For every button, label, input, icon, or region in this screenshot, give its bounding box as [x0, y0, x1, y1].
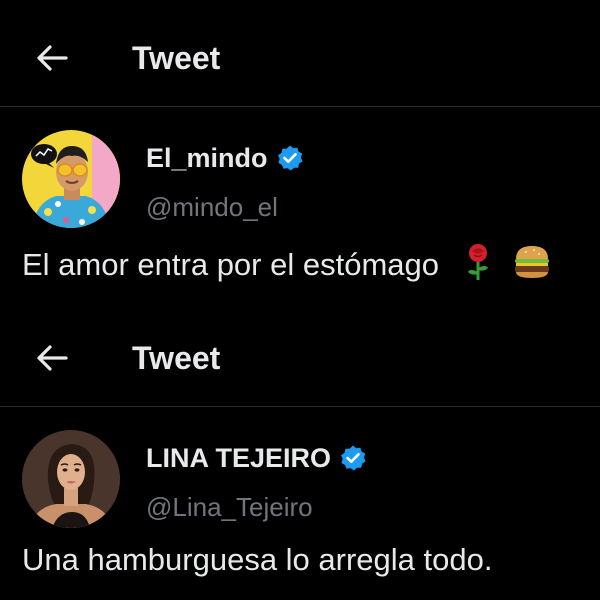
header-divider	[0, 106, 600, 107]
tweet-text: El amor entra por el estómago	[22, 242, 552, 292]
avatar-lina-tejeiro[interactable]	[22, 430, 120, 528]
rose-icon	[462, 242, 494, 292]
author-name[interactable]: El_mindo	[146, 140, 268, 176]
verified-badge-icon[interactable]	[276, 144, 304, 172]
avatar-el-mindo[interactable]	[22, 130, 120, 228]
header-title: Tweet	[132, 40, 221, 76]
tweet-header-2: Tweet	[0, 322, 600, 392]
author-name-row: LINA TEJEIRO	[146, 440, 367, 476]
hamburger-icon	[512, 244, 552, 290]
author-name-row: El_mindo	[146, 140, 304, 176]
tweet-text: Una hamburguesa lo arregla todo.	[22, 540, 492, 580]
author-handle[interactable]: @mindo_el	[146, 190, 278, 224]
tweet-header-1: Tweet	[0, 24, 600, 94]
author-handle[interactable]: @Lina_Tejeiro	[146, 490, 313, 524]
author-name[interactable]: LINA TEJEIRO	[146, 440, 331, 476]
header-divider	[0, 406, 600, 407]
tweet-text-content: Una hamburguesa lo arregla todo.	[22, 542, 493, 577]
back-arrow-icon[interactable]	[32, 338, 72, 378]
back-arrow-icon[interactable]	[32, 38, 72, 78]
header-title: Tweet	[132, 340, 221, 376]
tweet-text-content: El amor entra por el estómago	[22, 247, 439, 283]
verified-badge-icon[interactable]	[339, 444, 367, 472]
